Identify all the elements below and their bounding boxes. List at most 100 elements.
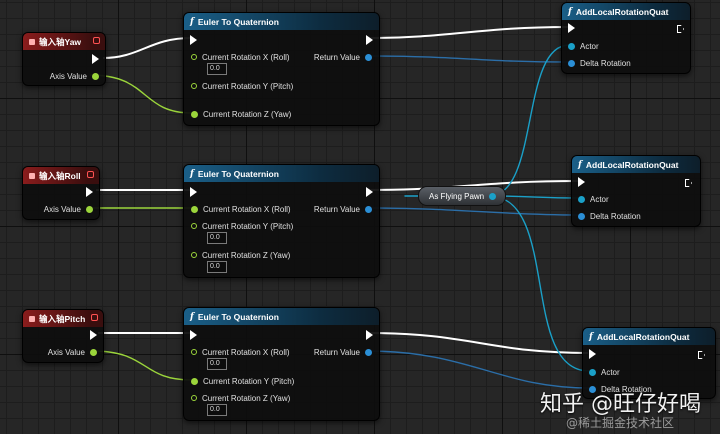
as-flying-pawn-node[interactable]: As Flying Pawn	[418, 186, 506, 206]
function-icon: f	[589, 331, 593, 342]
struct-pin-icon	[365, 53, 372, 61]
return-value-pin[interactable]: Return Value	[314, 51, 372, 63]
rotation-z-value[interactable]: 0.0	[207, 404, 227, 416]
exec-wire	[367, 332, 589, 354]
function-icon: f	[568, 6, 572, 17]
rotation-x-value[interactable]: 0.0	[207, 63, 227, 75]
rotation-z-pin[interactable]: Current Rotation Z (Yaw)	[191, 392, 290, 404]
exec-out-pin[interactable]	[698, 349, 705, 361]
pin-label: Current Rotation X (Roll)	[202, 52, 290, 62]
pin-label: Current Rotation X (Roll)	[203, 204, 291, 214]
euler-to-quaternion-node[interactable]: f Euler To Quaternion Current Rotation X…	[183, 164, 380, 278]
node-header: 输入轴Yaw	[23, 33, 105, 50]
object-pin-icon[interactable]	[489, 192, 497, 200]
exec-in-pin[interactable]	[578, 176, 585, 188]
node-title: 输入轴Roll	[39, 170, 81, 181]
axis-value-pin[interactable]: Axis Value	[50, 70, 99, 82]
node-title: Euler To Quaternion	[197, 168, 279, 179]
exec-out-pin[interactable]	[90, 329, 97, 341]
delta-rotation-pin[interactable]: Delta Rotation	[568, 57, 631, 69]
rotation-y-value[interactable]: 0.0	[207, 232, 227, 244]
exec-out-pin[interactable]	[366, 329, 373, 341]
exec-out-pin[interactable]	[92, 53, 99, 65]
exec-pin-icon	[685, 179, 692, 187]
event-icon	[29, 315, 35, 322]
rotation-y-pin[interactable]: Current Rotation Y (Pitch)	[191, 220, 293, 232]
rotation-x-pin[interactable]: Current Rotation X (Roll)	[191, 346, 290, 358]
pin-label: Actor	[601, 367, 620, 377]
event-icon	[29, 172, 35, 179]
euler-to-quaternion-node[interactable]: f Euler To Quaternion Current Rotation X…	[183, 307, 380, 421]
exec-out-pin[interactable]	[86, 186, 93, 198]
actor-pin[interactable]: Actor	[568, 40, 599, 52]
exec-pin-icon	[578, 177, 585, 187]
float-pin-icon	[191, 110, 198, 118]
float-pin-icon	[191, 54, 197, 60]
exec-pin-icon	[190, 330, 197, 340]
rotation-z-pin[interactable]: Current Rotation Z (Yaw)	[191, 249, 290, 261]
rotation-x-pin[interactable]: Current Rotation X (Roll)	[191, 51, 290, 63]
exec-wire	[102, 37, 192, 59]
exec-pin-icon	[589, 349, 596, 359]
rotation-y-pin[interactable]: Current Rotation Y (Pitch)	[191, 375, 294, 387]
pin-label: Current Rotation Y (Pitch)	[202, 221, 294, 231]
exec-in-pin[interactable]	[190, 186, 197, 198]
node-header: 输入轴Pitch	[23, 310, 103, 327]
float-pin-icon	[191, 252, 197, 258]
exec-pin-icon	[90, 330, 97, 340]
exec-pin-icon	[190, 187, 197, 197]
object-pin-icon	[568, 42, 575, 50]
return-value-pin[interactable]: Return Value	[314, 346, 372, 358]
close-icon	[91, 314, 98, 321]
node-header: f AddLocalRotationQuat	[562, 3, 690, 20]
actor-pin[interactable]: Actor	[578, 193, 609, 205]
exec-out-pin[interactable]	[366, 186, 373, 198]
float-pin-icon	[86, 205, 93, 213]
exec-pin-icon	[366, 35, 373, 45]
rotation-z-pin[interactable]: Current Rotation Z (Yaw)	[191, 108, 291, 120]
exec-in-pin[interactable]	[568, 22, 575, 34]
node-header: f AddLocalRotationQuat	[583, 328, 715, 345]
axis-value-pin[interactable]: Axis Value	[48, 346, 97, 358]
add-local-rotation-quat-node[interactable]: f AddLocalRotationQuat Actor Delta Rotat…	[571, 155, 701, 227]
pin-label: Current Rotation Y (Pitch)	[202, 81, 294, 91]
exec-in-pin[interactable]	[190, 329, 197, 341]
node-header: f Euler To Quaternion	[184, 13, 379, 30]
pin-label: Current Rotation Z (Yaw)	[203, 109, 292, 119]
input-axis-roll-node[interactable]: 输入轴Roll Axis Value	[22, 166, 100, 220]
rotation-y-pin[interactable]: Current Rotation Y (Pitch)	[191, 80, 293, 92]
input-axis-pitch-node[interactable]: 输入轴Pitch Axis Value	[22, 309, 104, 363]
actor-pin[interactable]: Actor	[589, 366, 620, 378]
juejin-watermark: @稀土掘金技术社区	[566, 416, 675, 430]
axis-value-pin[interactable]: Axis Value	[44, 203, 93, 215]
exec-pin-icon	[92, 54, 99, 64]
pin-label: Delta Rotation	[580, 58, 631, 68]
exec-out-pin[interactable]	[366, 34, 373, 46]
float-wire	[91, 350, 193, 381]
float-pin-icon	[191, 205, 198, 213]
rotation-x-pin[interactable]: Current Rotation X (Roll)	[191, 203, 291, 215]
node-title: 输入轴Yaw	[39, 36, 82, 47]
exec-out-pin[interactable]	[677, 23, 684, 35]
exec-out-pin[interactable]	[685, 177, 692, 189]
struct-pin-icon	[365, 348, 372, 356]
pin-label: Return Value	[313, 347, 360, 357]
return-value-pin[interactable]: Return Value	[314, 203, 372, 215]
exec-in-pin[interactable]	[190, 34, 197, 46]
rotation-z-value[interactable]: 0.0	[207, 261, 227, 273]
euler-to-quaternion-node[interactable]: f Euler To Quaternion Current Rotation X…	[183, 12, 380, 126]
node-header: f Euler To Quaternion	[184, 308, 379, 325]
delta-rotation-pin[interactable]: Delta Rotation	[578, 210, 641, 222]
node-title: AddLocalRotationQuat	[596, 331, 690, 342]
exec-wire	[367, 26, 569, 39]
input-axis-yaw-node[interactable]: 输入轴Yaw Axis Value	[22, 32, 106, 86]
exec-in-pin[interactable]	[589, 348, 596, 360]
struct-wire	[366, 55, 570, 63]
add-local-rotation-quat-node[interactable]: f AddLocalRotationQuat Actor Delta Rotat…	[561, 2, 691, 74]
rotation-x-value[interactable]: 0.0	[207, 358, 227, 370]
node-header: f Euler To Quaternion	[184, 165, 379, 182]
struct-wire	[366, 350, 590, 389]
event-icon	[29, 38, 35, 45]
float-pin-icon	[191, 349, 197, 355]
float-pin-icon	[191, 377, 198, 385]
